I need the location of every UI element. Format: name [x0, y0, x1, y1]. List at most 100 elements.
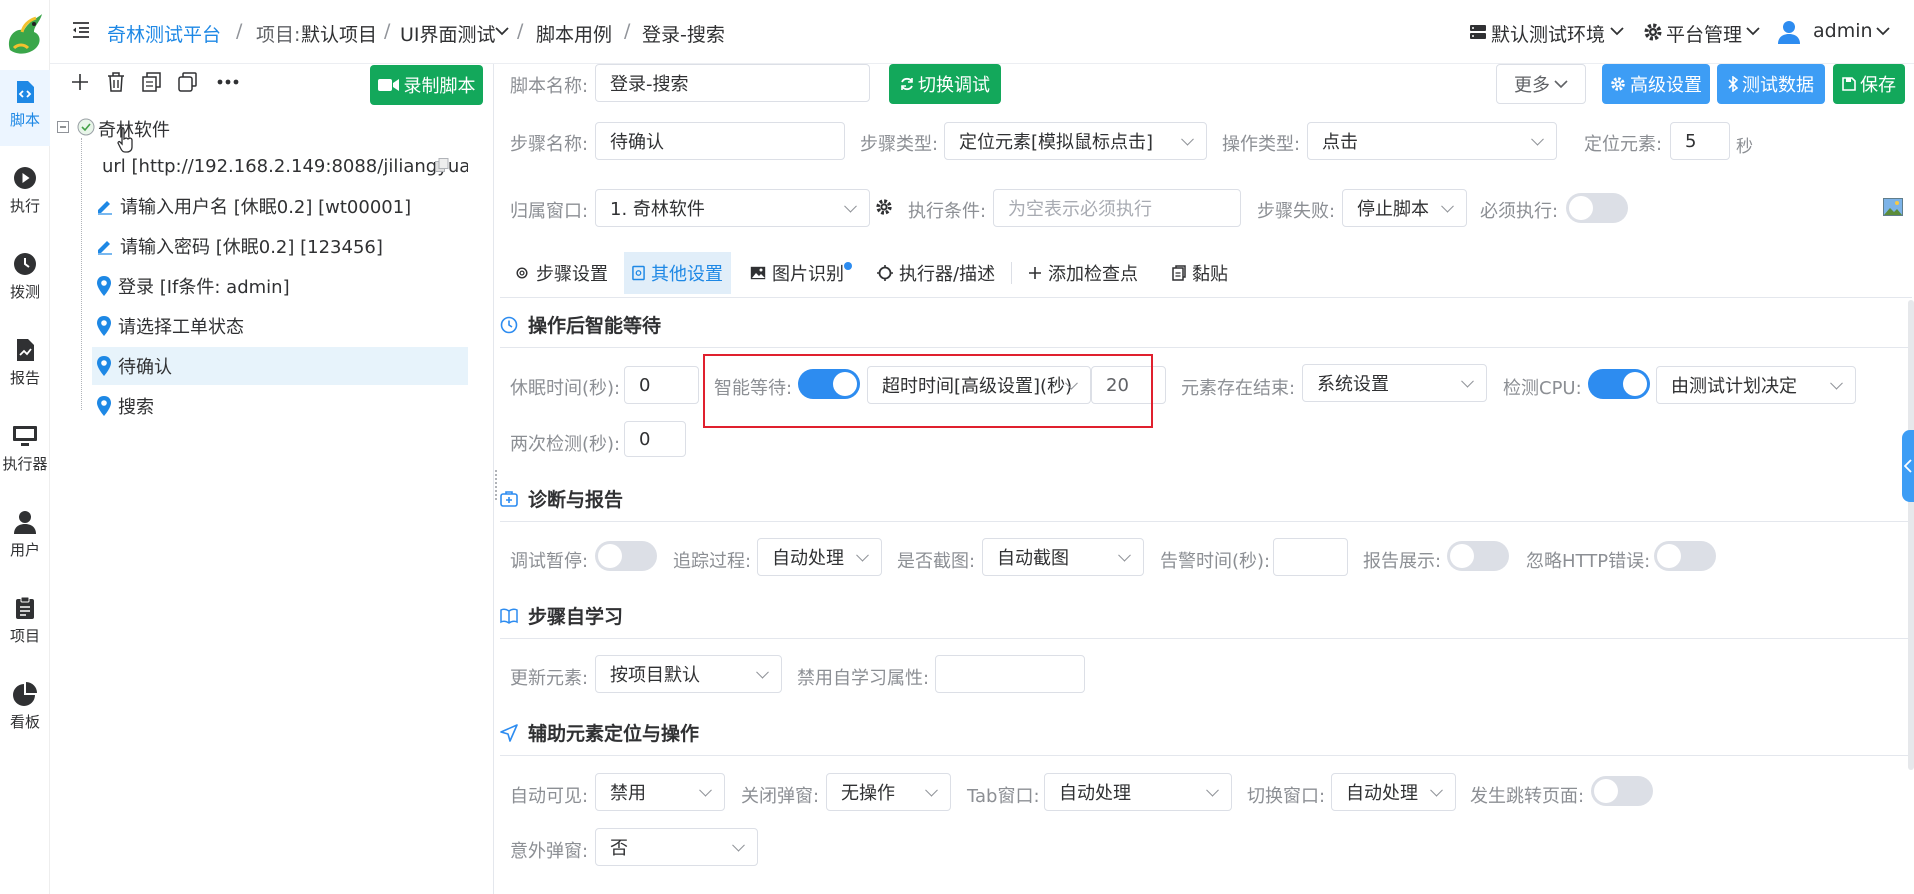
platform-menu[interactable]: 平台管理	[1666, 20, 1742, 47]
nav-report[interactable]: 报告	[0, 328, 50, 404]
unexpected-popup-select[interactable]: 否	[595, 828, 758, 866]
nav-project[interactable]: 项目	[0, 586, 50, 662]
breadcrumb-sep: /	[384, 20, 391, 42]
location-pin-icon	[97, 356, 111, 376]
disable-learn-input[interactable]	[935, 655, 1085, 693]
landscape-image-icon[interactable]	[1883, 198, 1903, 216]
save-button[interactable]: 保存	[1833, 64, 1905, 104]
nav-user[interactable]: 用户	[0, 500, 50, 576]
step-type-select[interactable]: 定位元素[模拟鼠标点击]	[944, 122, 1207, 160]
tree-node[interactable]: 请输入密码 [休眠0.2] [123456]	[92, 227, 468, 265]
tab-executor-desc[interactable]: 执行器/描述	[869, 252, 1003, 294]
report-display-toggle[interactable]	[1447, 541, 1509, 571]
switch-debug-label: 切换调试	[918, 75, 990, 96]
copy-node-icon[interactable]	[435, 158, 449, 172]
must-exec-label: 必须执行:	[1480, 201, 1559, 222]
menu-fold-icon[interactable]	[72, 22, 90, 38]
tab-window-select[interactable]: 自动处理	[1044, 773, 1232, 811]
collapse-icon[interactable]	[57, 121, 69, 133]
tab-window-label: Tab窗口:	[967, 786, 1040, 807]
twice-check-input[interactable]: 0	[624, 421, 686, 457]
exec-condition-input[interactable]: 为空表示必须执行	[993, 189, 1241, 227]
test-data-button[interactable]: 测试数据	[1717, 64, 1825, 104]
check-cpu-toggle[interactable]	[1588, 369, 1650, 399]
tree-node[interactable]: 搜索	[92, 387, 468, 425]
nav-execute[interactable]: 执行	[0, 156, 50, 232]
more-dropdown-button[interactable]: 更多	[1496, 64, 1586, 104]
notification-dot	[844, 262, 852, 270]
chevron-down-icon[interactable]	[1610, 26, 1624, 36]
location-pin-icon	[97, 396, 111, 416]
nav-executor[interactable]: 执行器	[0, 414, 50, 490]
switch-debug-button[interactable]: 切换调试	[889, 64, 1001, 104]
dragon-logo-icon[interactable]	[4, 10, 46, 56]
tree-node-selected[interactable]: 待确认	[92, 347, 468, 385]
copy-icon[interactable]	[142, 72, 161, 92]
chip-icon	[877, 265, 893, 281]
tree-node[interactable]: url [http://192.168.2.149:8088/jiliangyu…	[92, 147, 468, 185]
user-name[interactable]: admin	[1813, 20, 1873, 42]
must-exec-toggle[interactable]	[1566, 193, 1628, 223]
cpu-mode-select[interactable]: 由测试计划决定	[1656, 366, 1856, 404]
user-avatar-icon[interactable]	[1778, 20, 1800, 44]
tab-paste[interactable]: 黏贴	[1164, 252, 1236, 294]
locate-timeout-input[interactable]: 5	[1670, 122, 1730, 160]
script-icon	[17, 81, 34, 103]
tree-node[interactable]: 登录 [If条件: admin]	[92, 267, 468, 305]
locate-element-label: 定位元素:	[1584, 134, 1663, 155]
gear-icon[interactable]	[875, 198, 893, 216]
tab-other-settings[interactable]: 其他设置	[624, 252, 731, 294]
breadcrumb-project[interactable]: 默认项目	[301, 20, 377, 47]
nav-script[interactable]: 脚本	[0, 70, 50, 146]
vertical-scrollbar[interactable]	[1908, 300, 1914, 770]
tab-step-settings[interactable]: 步骤设置	[506, 252, 616, 294]
ignore-http-toggle[interactable]	[1654, 541, 1716, 571]
sleep-time-input[interactable]: 0	[624, 366, 699, 404]
top-header: 奇林测试平台 / 项目: 默认项目 / UI界面测试 / 脚本用例 / 登录-搜…	[50, 0, 1914, 64]
nav-probe[interactable]: 拨测	[0, 242, 50, 318]
more-icon[interactable]	[217, 79, 239, 85]
window-select[interactable]: 1. 奇林软件	[595, 189, 870, 227]
gear-icon	[516, 267, 528, 279]
chevron-down-icon[interactable]	[1746, 26, 1760, 36]
app-title[interactable]: 奇林测试平台	[107, 20, 221, 47]
twice-check-label: 两次检测(秒):	[510, 434, 621, 455]
nav-dashboard[interactable]: 看板	[0, 672, 50, 748]
side-drawer-tab[interactable]	[1902, 430, 1914, 502]
step-fail-select[interactable]: 停止脚本	[1342, 189, 1467, 227]
tab-image-recognition[interactable]: 图片识别	[742, 252, 852, 294]
page-jump-toggle[interactable]	[1591, 776, 1653, 806]
alarm-time-input[interactable]	[1273, 538, 1348, 576]
screenshot-select[interactable]: 自动截图	[982, 538, 1144, 576]
step-name-input[interactable]: 待确认	[595, 122, 845, 160]
delete-icon[interactable]	[107, 72, 125, 92]
chevron-down-icon[interactable]	[1876, 26, 1890, 36]
op-type-select[interactable]: 点击	[1307, 122, 1557, 160]
advanced-settings-button[interactable]: 高级设置	[1602, 64, 1710, 104]
breadcrumb-group[interactable]: 脚本用例	[536, 20, 612, 47]
close-popup-select[interactable]: 无操作	[826, 773, 951, 811]
tree-node[interactable]: 请选择工单状态	[92, 307, 468, 345]
add-icon[interactable]	[71, 73, 89, 91]
tree-node-label: url [http://192.168.2.149:8088/jiliangyu…	[102, 155, 468, 177]
record-script-button[interactable]: 录制脚本	[370, 65, 483, 105]
nav-label: 项目	[9, 627, 40, 645]
chevron-down-icon[interactable]	[495, 26, 509, 36]
tab-add-checkpoint[interactable]: 添加检查点	[1020, 252, 1146, 294]
breadcrumb-module[interactable]: UI界面测试	[400, 20, 496, 47]
auto-visible-select[interactable]: 禁用	[595, 773, 725, 811]
duplicate-icon[interactable]	[178, 72, 197, 92]
trace-select[interactable]: 自动处理	[757, 538, 882, 576]
locate-unit: 秒	[1736, 137, 1753, 157]
debug-pause-toggle[interactable]	[595, 541, 657, 571]
update-element-select[interactable]: 按项目默认	[595, 655, 782, 693]
chevron-left-icon	[1904, 459, 1912, 473]
image-icon	[750, 266, 766, 280]
script-name-input[interactable]: 登录-搜索	[595, 64, 870, 102]
switch-window-select[interactable]: 自动处理	[1331, 773, 1456, 811]
env-selector[interactable]: 默认测试环境	[1491, 20, 1605, 47]
element-exist-select[interactable]: 系统设置	[1302, 364, 1487, 402]
tab-label: 执行器/描述	[899, 264, 996, 285]
panel-resize-handle[interactable]	[495, 470, 499, 500]
tree-node[interactable]: 请输入用户名 [休眠0.2] [wt00001]	[92, 187, 468, 225]
